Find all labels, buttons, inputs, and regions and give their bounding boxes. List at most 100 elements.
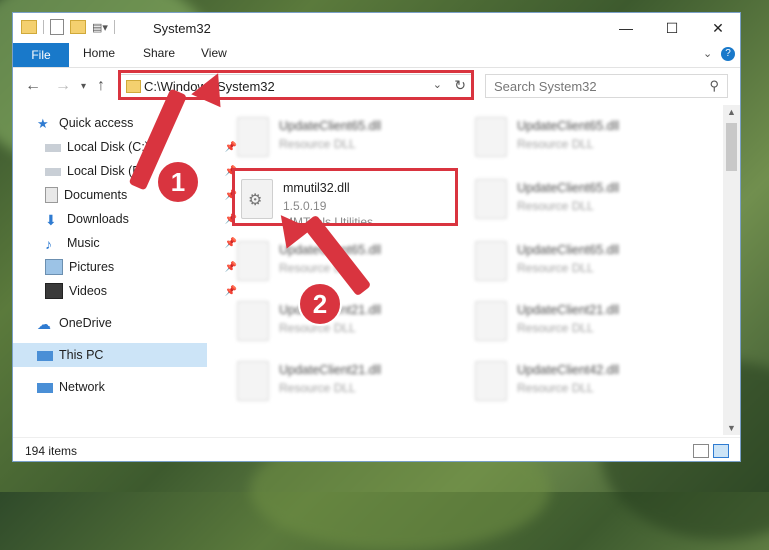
sidebar-item-label: Quick access: [59, 116, 134, 130]
sidebar-item-label: Pictures: [69, 260, 115, 274]
ribbon-tabs: File Home Share View ⌄ ?: [13, 43, 740, 68]
up-icon[interactable]: ↑: [97, 77, 105, 95]
file-description: Resource DLL: [279, 381, 356, 395]
tab-home[interactable]: Home: [83, 46, 115, 60]
file-description: Resource DLL: [517, 321, 594, 335]
videos-icon: [45, 283, 63, 299]
title-bar: ▤▾ System32 — ☐ ✕: [13, 13, 740, 43]
dll-file-icon: [237, 117, 269, 157]
scroll-down-icon[interactable]: ▼: [727, 423, 736, 433]
dll-file-icon: [237, 361, 269, 401]
list-item[interactable]: UpdateClient65.dll Resource DLL: [469, 171, 699, 229]
list-item[interactable]: UpdateClient65.dll Resource DLL: [469, 233, 699, 291]
dll-file-icon: [237, 301, 269, 341]
file-name: UpdateClient21.dll: [279, 363, 382, 377]
file-name: UpdateClient21.dll: [517, 303, 620, 317]
sidebar-item-label: Music: [67, 236, 100, 250]
computer-icon: [37, 350, 53, 361]
file-name: UpdateClient65.dll: [517, 243, 620, 257]
vertical-scrollbar[interactable]: ▲ ▼: [723, 105, 740, 435]
tab-view[interactable]: View: [201, 46, 227, 60]
drive-icon: [45, 144, 61, 152]
list-item[interactable]: UpdateClient65.dll Resource DLL: [469, 109, 699, 167]
step-badge-2: 2: [298, 282, 342, 326]
dll-file-icon: [475, 361, 507, 401]
list-item[interactable]: UpdateClient21.dll Resource DLL: [231, 353, 461, 411]
navigation-pane: ★ Quick access Local Disk (C:) 📌 Local D…: [13, 105, 237, 435]
list-item[interactable]: UpdateClient65.dll Resource DLL: [231, 109, 461, 167]
sidebar-item-label: Network: [59, 380, 105, 394]
list-item[interactable]: UpdateClient21.dll Resource DLL: [469, 293, 699, 351]
item-count: 194 items: [25, 444, 78, 458]
step-badge-1: 1: [156, 160, 200, 204]
close-button[interactable]: ✕: [695, 13, 741, 43]
sidebar-item-onedrive[interactable]: ☁ OneDrive: [13, 311, 231, 335]
search-icon[interactable]: ⚲: [709, 78, 719, 94]
sidebar-item-local-disk-d[interactable]: Local Disk (D:) 📌: [13, 159, 239, 183]
file-name: UpdateClient65.dll: [517, 119, 620, 133]
drive-icon: [45, 168, 61, 176]
search-input[interactable]: Search System32 ⚲: [485, 74, 728, 98]
chevron-down-icon[interactable]: ⌄: [703, 47, 712, 60]
pictures-icon: [45, 259, 63, 275]
dll-file-icon: [237, 241, 269, 281]
window-title: System32: [153, 21, 211, 36]
list-item[interactable]: UpdateClient42.dll Resource DLL: [469, 353, 699, 411]
sidebar-item-network[interactable]: Network: [13, 375, 231, 399]
sidebar-item-this-pc[interactable]: This PC: [13, 343, 207, 367]
music-icon: ♪: [45, 236, 52, 252]
sidebar-item-local-disk-c[interactable]: Local Disk (C:) 📌: [13, 135, 239, 159]
file-description: Resource DLL: [279, 137, 356, 151]
maximize-button[interactable]: ☐: [649, 13, 695, 43]
status-bar: 194 items: [13, 437, 740, 464]
back-icon[interactable]: ←: [25, 77, 41, 95]
list-item[interactable]: UpdateClient21.dll Resource DLL: [231, 293, 461, 351]
documents-icon: [45, 187, 58, 203]
folder-icon[interactable]: [21, 20, 37, 34]
tab-file[interactable]: File: [13, 43, 69, 67]
file-description: Resource DLL: [517, 137, 594, 151]
dll-file-icon: [475, 301, 507, 341]
file-name: UpdateClient42.dll: [517, 363, 620, 377]
sidebar-item-quick-access[interactable]: ★ Quick access: [13, 111, 231, 135]
sidebar-item-label: Downloads: [67, 212, 129, 226]
large-icons-view-icon[interactable]: [713, 444, 729, 458]
network-icon: [37, 382, 53, 393]
search-placeholder: Search System32: [494, 79, 597, 94]
forward-icon[interactable]: →: [55, 77, 71, 95]
sidebar-item-pictures[interactable]: Pictures 📌: [13, 255, 239, 279]
file-highlight-box: [232, 168, 458, 226]
dll-file-icon: [475, 241, 507, 281]
scroll-up-icon[interactable]: ▲: [727, 107, 736, 117]
file-description: Resource DLL: [517, 199, 594, 213]
sidebar-item-videos[interactable]: Videos 📌: [13, 279, 239, 303]
quick-access-toolbar: ▤▾: [21, 19, 115, 35]
file-description: Resource DLL: [517, 381, 594, 395]
file-list: UpdateClient65.dll Resource DLL UpdateCl…: [211, 105, 723, 435]
tab-share[interactable]: Share: [143, 46, 175, 60]
scrollbar-thumb[interactable]: [726, 123, 737, 171]
properties-icon[interactable]: [50, 19, 64, 35]
dll-file-icon: [475, 179, 507, 219]
sidebar-item-documents[interactable]: Documents 📌: [13, 183, 239, 207]
divider: [113, 20, 115, 34]
sidebar-item-downloads[interactable]: ⬇ Downloads 📌: [13, 207, 239, 231]
file-name: UpdateClient65.dll: [517, 181, 620, 195]
sidebar-item-label: This PC: [59, 348, 104, 362]
dll-file-icon: [475, 117, 507, 157]
sidebar-item-label: Videos: [69, 284, 107, 298]
sidebar-item-label: Local Disk (C:): [67, 140, 149, 154]
details-view-icon[interactable]: [693, 444, 709, 458]
cloud-icon: ☁: [37, 316, 51, 332]
view-options-icon[interactable]: ▤▾: [92, 21, 108, 34]
minimize-button[interactable]: —: [603, 13, 649, 43]
sidebar-item-label: Documents: [64, 188, 128, 202]
star-icon: ★: [37, 116, 49, 131]
sidebar-item-music[interactable]: ♪ Music 📌: [13, 231, 239, 255]
file-name: UpdateClient65.dll: [279, 119, 382, 133]
recent-locations-icon[interactable]: ▾: [81, 81, 86, 92]
file-description: Resource DLL: [517, 261, 594, 275]
help-icon[interactable]: ?: [721, 47, 735, 61]
divider: [43, 20, 44, 34]
new-folder-icon[interactable]: [70, 20, 86, 34]
